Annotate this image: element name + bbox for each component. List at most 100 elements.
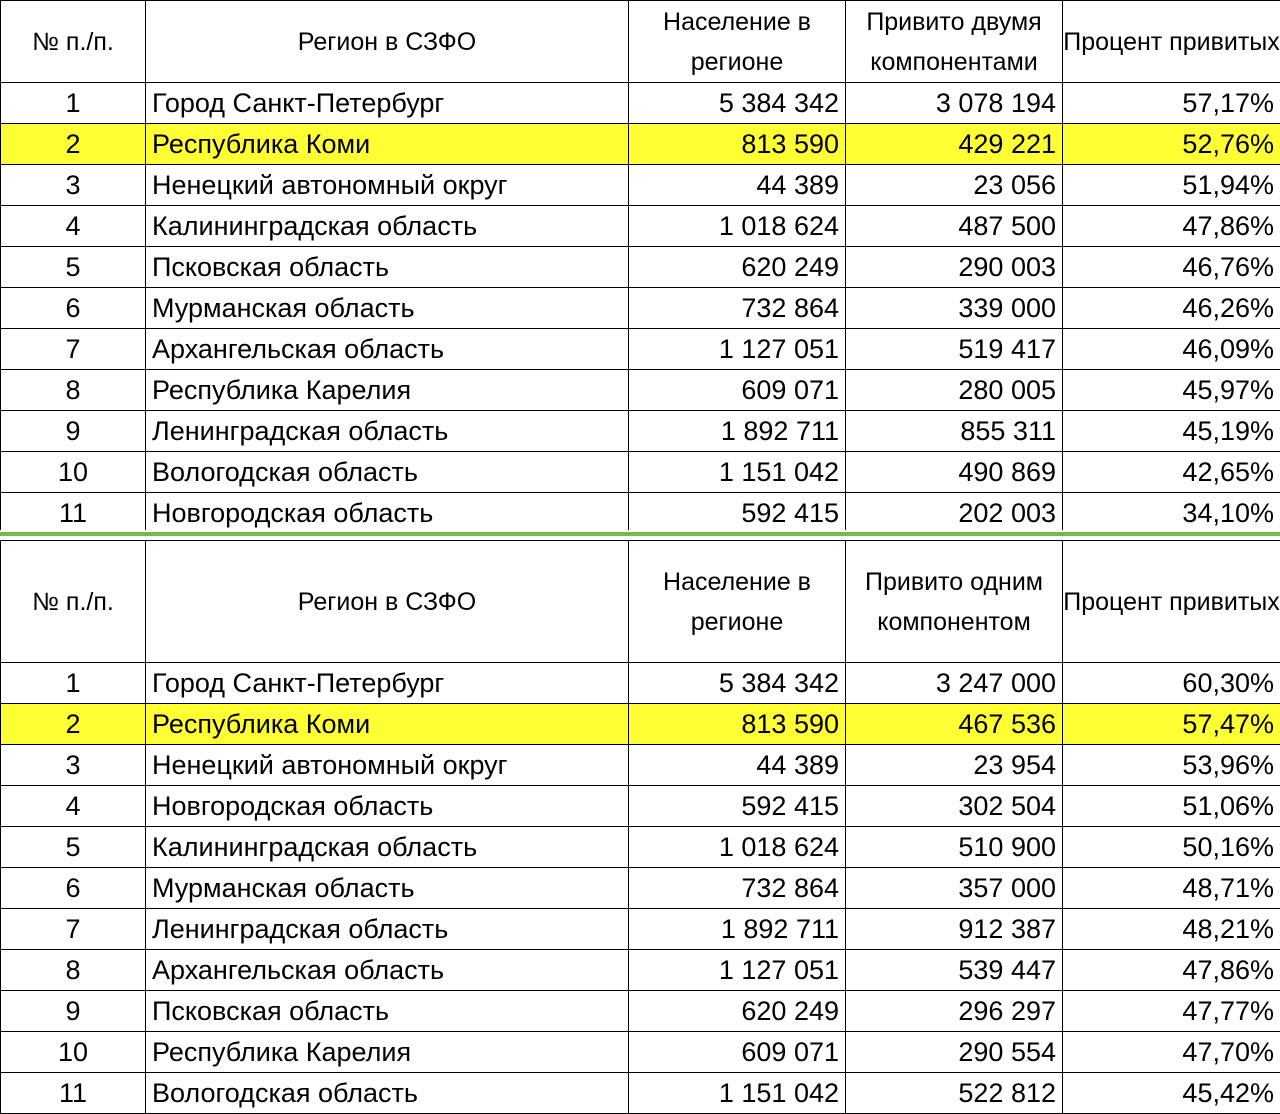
cell-vaccinated: 912 387 [846, 909, 1063, 950]
cell-percent: 51,94% [1063, 165, 1280, 206]
header-num: № п./п. [1, 1, 146, 83]
cell-vaccinated: 467 536 [846, 704, 1063, 745]
cell-num: 1 [1, 663, 146, 704]
cell-num: 1 [1, 83, 146, 124]
table-row: 3 Ненецкий автономный округ 44 389 23 95… [1, 745, 1280, 786]
cell-region: Республика Коми [146, 704, 629, 745]
cell-num: 4 [1, 206, 146, 247]
cell-percent: 57,17% [1063, 83, 1280, 124]
cell-region: Мурманская область [146, 868, 629, 909]
cell-vaccinated: 3 247 000 [846, 663, 1063, 704]
table-one-component-section: № п./п. Регион в СЗФО Население в регион… [0, 540, 1280, 1114]
cell-vaccinated: 357 000 [846, 868, 1063, 909]
cell-region: Город Санкт-Петербург [146, 663, 629, 704]
cell-population: 592 415 [629, 493, 846, 534]
table-row: 5 Калининградская область 1 018 624 510 … [1, 827, 1280, 868]
header-row: № п./п. Регион в СЗФО Население в регион… [1, 1, 1280, 83]
table-row: 7 Ленинградская область 1 892 711 912 38… [1, 909, 1280, 950]
header-population: Население в регионе [629, 541, 846, 663]
header-region: Регион в СЗФО [146, 541, 629, 663]
cell-num: 8 [1, 370, 146, 411]
cell-percent: 48,71% [1063, 868, 1280, 909]
cell-num: 9 [1, 991, 146, 1032]
cell-num: 5 [1, 827, 146, 868]
cell-num: 11 [1, 493, 146, 534]
cell-region: Ленинградская область [146, 909, 629, 950]
table-row: 10 Республика Карелия 609 071 290 554 47… [1, 1032, 1280, 1073]
cell-percent: 60,30% [1063, 663, 1280, 704]
cell-vaccinated: 522 812 [846, 1073, 1063, 1114]
cell-region: Город Санкт-Петербург [146, 83, 629, 124]
cell-vaccinated: 296 297 [846, 991, 1063, 1032]
cell-num: 6 [1, 868, 146, 909]
cell-region: Калининградская область [146, 827, 629, 868]
cell-vaccinated: 519 417 [846, 329, 1063, 370]
cell-num: 11 [1, 1073, 146, 1114]
cell-percent: 51,06% [1063, 786, 1280, 827]
cell-population: 732 864 [629, 868, 846, 909]
cell-num: 4 [1, 786, 146, 827]
header-row: № п./п. Регион в СЗФО Население в регион… [1, 541, 1280, 663]
header-population: Население в регионе [629, 1, 846, 83]
cell-num: 10 [1, 452, 146, 493]
cell-population: 44 389 [629, 745, 846, 786]
cell-percent: 57,47% [1063, 704, 1280, 745]
table-one-component: № п./п. Регион в СЗФО Население в регион… [0, 540, 1280, 1114]
table-row: 4 Новгородская область 592 415 302 504 5… [1, 786, 1280, 827]
cell-population: 1 018 624 [629, 206, 846, 247]
table-row: 11 Вологодская область 1 151 042 522 812… [1, 1073, 1280, 1114]
cell-vaccinated: 202 003 [846, 493, 1063, 534]
cell-population: 732 864 [629, 288, 846, 329]
cell-population: 1 151 042 [629, 1073, 846, 1114]
cell-vaccinated: 290 554 [846, 1032, 1063, 1073]
cell-population: 620 249 [629, 247, 846, 288]
table-row: 6 Мурманская область 732 864 339 000 46,… [1, 288, 1280, 329]
cell-percent: 42,65% [1063, 452, 1280, 493]
cell-vaccinated: 429 221 [846, 124, 1063, 165]
cell-vaccinated: 510 900 [846, 827, 1063, 868]
cell-region: Архангельская область [146, 950, 629, 991]
cell-region: Республика Карелия [146, 370, 629, 411]
cell-population: 813 590 [629, 704, 846, 745]
table-body: № п./п. Регион в СЗФО Население в регион… [1, 1, 1280, 534]
cell-vaccinated: 539 447 [846, 950, 1063, 991]
cell-percent: 45,42% [1063, 1073, 1280, 1114]
table-row: 5 Псковская область 620 249 290 003 46,7… [1, 247, 1280, 288]
cell-percent: 46,26% [1063, 288, 1280, 329]
cell-population: 1 018 624 [629, 827, 846, 868]
cell-vaccinated: 487 500 [846, 206, 1063, 247]
cell-population: 1 127 051 [629, 950, 846, 991]
cell-vaccinated: 490 869 [846, 452, 1063, 493]
header-region: Регион в СЗФО [146, 1, 629, 83]
cell-vaccinated: 290 003 [846, 247, 1063, 288]
header-percent: Процент привитых [1063, 1, 1280, 83]
table-row: 11 Новгородская область 592 415 202 003 … [1, 493, 1280, 534]
table-two-components-section: № п./п. Регион в СЗФО Население в регион… [0, 0, 1280, 534]
cell-percent: 48,21% [1063, 909, 1280, 950]
cell-region: Вологодская область [146, 452, 629, 493]
cell-region: Псковская область [146, 991, 629, 1032]
cell-num: 10 [1, 1032, 146, 1073]
cell-population: 1 127 051 [629, 329, 846, 370]
cell-percent: 34,10% [1063, 493, 1280, 534]
cell-region: Ненецкий автономный округ [146, 165, 629, 206]
cell-region: Новгородская область [146, 493, 629, 534]
cell-percent: 52,76% [1063, 124, 1280, 165]
cell-vaccinated: 855 311 [846, 411, 1063, 452]
cell-population: 44 389 [629, 165, 846, 206]
cell-vaccinated: 23 954 [846, 745, 1063, 786]
cell-percent: 53,96% [1063, 745, 1280, 786]
table-row: 10 Вологодская область 1 151 042 490 869… [1, 452, 1280, 493]
cell-vaccinated: 3 078 194 [846, 83, 1063, 124]
cell-region: Мурманская область [146, 288, 629, 329]
cell-num: 2 [1, 704, 146, 745]
cell-num: 8 [1, 950, 146, 991]
cell-population: 813 590 [629, 124, 846, 165]
cell-population: 1 151 042 [629, 452, 846, 493]
cell-vaccinated: 23 056 [846, 165, 1063, 206]
cell-percent: 46,09% [1063, 329, 1280, 370]
cell-num: 7 [1, 909, 146, 950]
header-vaccinated: Привито двумя компонентами [846, 1, 1063, 83]
cell-vaccinated: 302 504 [846, 786, 1063, 827]
header-vaccinated: Привито одним компонентом [846, 541, 1063, 663]
